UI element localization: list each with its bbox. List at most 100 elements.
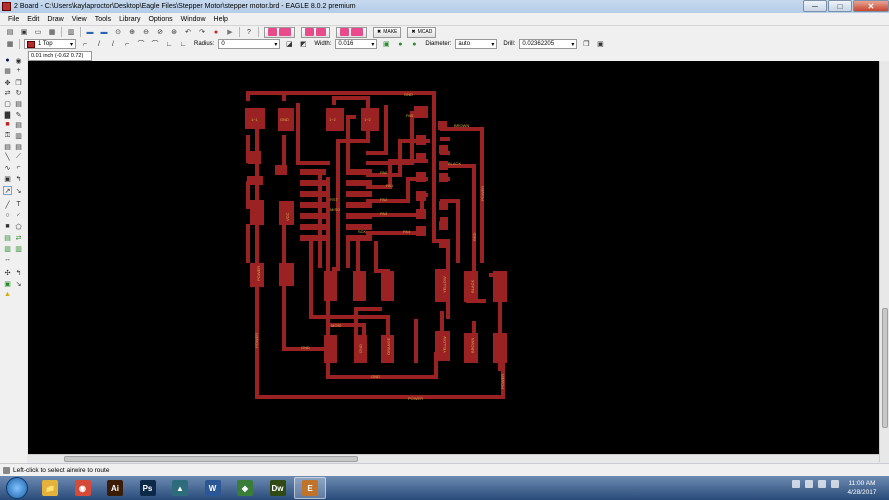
ic-pin-1[interactable] <box>300 169 326 175</box>
paste-icon[interactable]: ▤ <box>14 99 23 108</box>
header-pad-7[interactable] <box>439 145 448 154</box>
pcb-button[interactable] <box>301 26 330 38</box>
header-pad-3[interactable] <box>416 172 426 182</box>
ic-pin-6[interactable] <box>300 224 326 230</box>
ic-pin-3[interactable] <box>300 191 326 197</box>
component-pad-3[interactable] <box>247 176 263 185</box>
component-pad-12[interactable] <box>414 106 428 118</box>
horizontal-scrollbar[interactable] <box>28 454 879 462</box>
network-icon[interactable] <box>805 480 813 488</box>
menu-file[interactable]: File <box>4 16 23 23</box>
ic-pin-12[interactable] <box>346 213 372 219</box>
width-select[interactable]: 0.016 ▾ <box>335 39 378 49</box>
drill-select[interactable]: 0.02362205 ▾ <box>519 39 578 49</box>
redo-icon[interactable]: ↷ <box>197 27 207 37</box>
meander-icon[interactable]: ∿ <box>3 163 12 172</box>
taskbar-app-dreamweaver[interactable]: Dw <box>262 477 294 499</box>
delete-icon[interactable]: ▇ <box>3 110 12 119</box>
wire-bend-icon-1[interactable]: ⌐ <box>80 39 90 49</box>
volume-icon[interactable] <box>831 480 839 488</box>
ic-pin-14[interactable] <box>346 235 372 241</box>
taskbar-app-word[interactable]: W <box>197 477 229 499</box>
split-icon[interactable]: ╲ <box>3 152 12 161</box>
route-icon[interactable]: ↰ <box>14 174 23 183</box>
header-pad-4[interactable] <box>416 191 426 201</box>
route-active-icon[interactable]: ↗ <box>3 186 12 195</box>
menu-window[interactable]: Window <box>177 16 210 23</box>
dimension-icon[interactable]: ↔ <box>3 255 12 264</box>
wire-bend-icon-5[interactable]: ⌒ <box>136 39 146 49</box>
resistor-pad-1[interactable] <box>324 271 337 301</box>
resistor-pad-3[interactable] <box>381 271 394 301</box>
close-button[interactable]: ✕ <box>853 0 889 12</box>
maximize-button[interactable]: □ <box>828 0 852 12</box>
zoom-in-icon[interactable]: ⊕ <box>127 27 137 37</box>
diameter-select[interactable]: auto ▾ <box>455 39 498 49</box>
replace-icon[interactable]: ▤ <box>14 120 23 129</box>
push-to-3d-button[interactable] <box>336 26 367 38</box>
via-shape-octagon-icon[interactable]: ● <box>409 39 419 49</box>
ic-pin-10[interactable] <box>346 191 372 197</box>
open-icon[interactable]: ▤ <box>5 27 15 37</box>
wire-bend-icon-4[interactable]: ⌐ <box>122 39 132 49</box>
menu-library[interactable]: Library <box>115 16 144 23</box>
zoom-fit-icon[interactable]: ⊙ <box>113 27 123 37</box>
line-icon[interactable]: ╱ <box>3 200 12 209</box>
wire-bend-icon-3[interactable]: / <box>108 39 118 49</box>
menu-help[interactable]: Help <box>210 16 232 23</box>
change-icon[interactable]: ✎ <box>14 110 23 119</box>
component-pad-13[interactable] <box>438 121 447 130</box>
zoom-area-icon[interactable]: ⊛ <box>169 27 179 37</box>
wire-icon[interactable]: ↘ <box>14 186 23 195</box>
taskbar-clock[interactable]: 11:00 AM 4/28/2017 <box>840 479 884 497</box>
header-pad-12[interactable] <box>439 161 448 170</box>
eye-icon[interactable]: ◉ <box>14 56 23 65</box>
header-pad-2[interactable] <box>416 153 426 163</box>
ic-pin-5[interactable] <box>300 213 326 219</box>
taskbar-app-eagle[interactable]: E <box>294 477 326 499</box>
arc-icon[interactable]: ◜ <box>14 211 23 220</box>
via-shape-square-icon[interactable]: ▣ <box>381 39 391 49</box>
board-canvas[interactable]: 1~1 GND 1~2 1~2 GND PA0 PA1 PA2 PA3 PA4 … <box>28 61 879 454</box>
taskbar-app-photoshop[interactable]: Ps <box>132 477 164 499</box>
motor-connector-pad-3[interactable] <box>493 271 507 302</box>
flag-icon[interactable] <box>818 480 826 488</box>
via-shape-round-icon[interactable]: ● <box>395 39 405 49</box>
ic-pin-8[interactable] <box>346 169 372 175</box>
radius-select[interactable]: 0 ▾ <box>218 39 281 49</box>
signal-icon[interactable]: ⇄ <box>14 233 23 242</box>
header-pad-5[interactable] <box>416 209 426 219</box>
smash-icon[interactable]: ▥ <box>14 131 23 140</box>
polygon-icon[interactable]: ⬠ <box>14 222 23 231</box>
ripup-icon[interactable]: ▣ <box>3 174 12 183</box>
make-button[interactable]: ✖ MAKE <box>373 26 402 38</box>
motor-connector-pad-6[interactable] <box>493 333 507 363</box>
zoom-redraw-icon[interactable]: ⊘ <box>155 27 165 37</box>
miter-icon-2[interactable]: ◩ <box>298 39 308 49</box>
header-pad-11[interactable] <box>439 239 448 248</box>
lock-icon[interactable]: ⚿ <box>3 131 12 140</box>
mirror-icon[interactable]: ⇄ <box>3 88 12 97</box>
move-icon[interactable]: ✥ <box>3 78 12 87</box>
tray-arrow-icon[interactable] <box>792 480 800 488</box>
menu-draw[interactable]: Draw <box>43 16 67 23</box>
ic-pin-4[interactable] <box>300 202 326 208</box>
errors-icon[interactable]: ↘ <box>14 279 23 288</box>
header-pad-9[interactable] <box>439 201 448 210</box>
component-pad-9[interactable] <box>279 263 294 286</box>
script-icon[interactable]: ▬ <box>85 27 95 37</box>
wire-bend-icon-6[interactable]: ⌒ <box>150 39 160 49</box>
group-icon[interactable]: ▢ <box>3 99 12 108</box>
attribute-icon[interactable]: ▥ <box>14 244 23 253</box>
minimize-button[interactable]: ─ <box>803 0 827 12</box>
copy-icon[interactable]: ❐ <box>581 39 591 49</box>
go-icon[interactable]: ▶ <box>225 27 235 37</box>
add-icon[interactable]: ■ <box>3 120 12 129</box>
grid-icon[interactable]: ▦ <box>5 39 15 49</box>
wire-bend-icon-8[interactable]: ∟ <box>178 39 188 49</box>
taskbar-app-illustrator[interactable]: Ai <box>99 477 131 499</box>
taskbar-app-app5[interactable]: ▲ <box>164 477 196 499</box>
wire-bend-icon-2[interactable]: / <box>94 39 104 49</box>
ulp-icon[interactable]: ▬ <box>99 27 109 37</box>
hole-icon[interactable]: ▥ <box>3 244 12 253</box>
